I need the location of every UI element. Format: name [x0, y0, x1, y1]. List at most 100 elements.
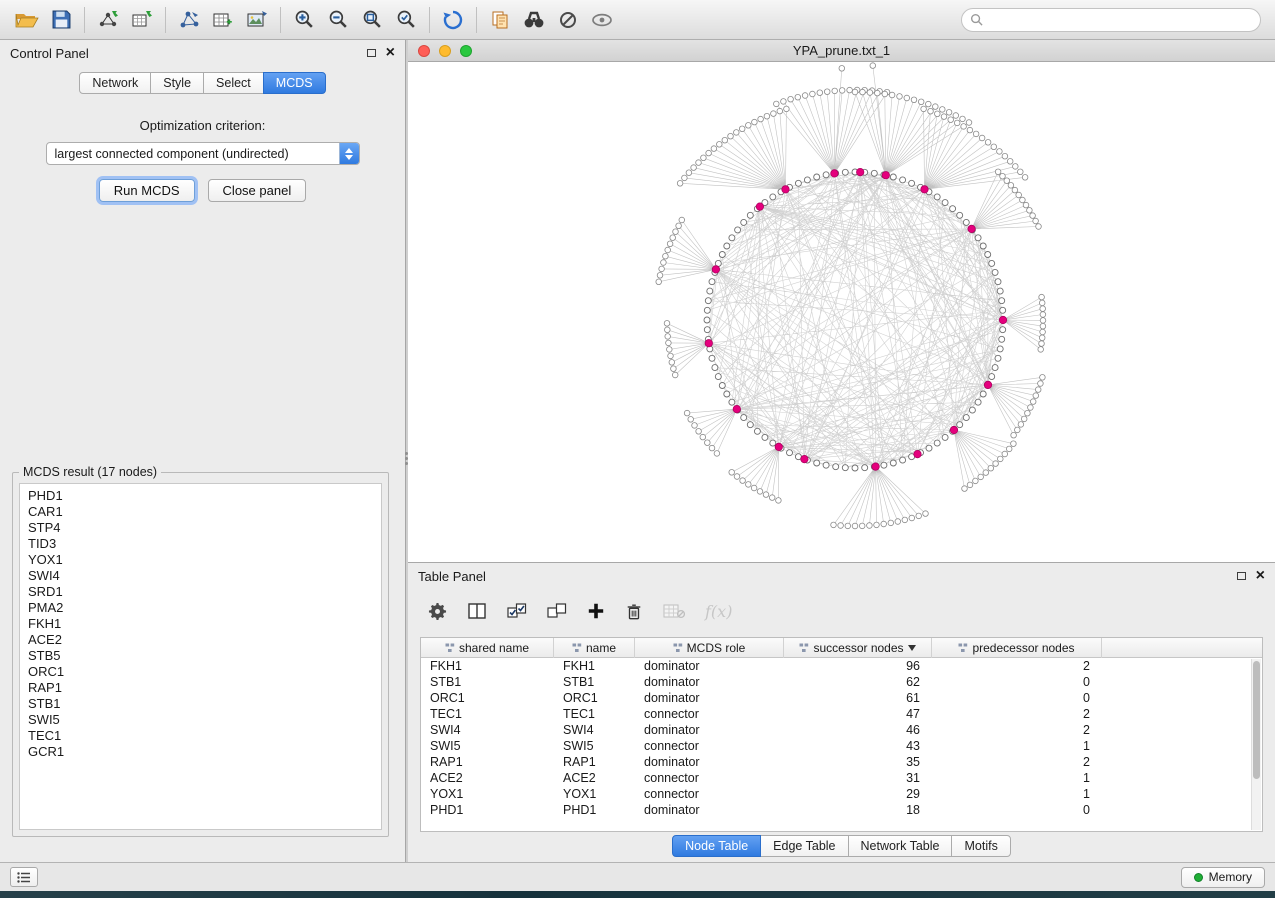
- import-network-button[interactable]: [91, 5, 125, 35]
- column-header-name[interactable]: name: [554, 638, 635, 658]
- mcds-result-item[interactable]: STP4: [28, 520, 373, 536]
- column-header-filler: [1102, 638, 1262, 658]
- add-column-button[interactable]: [587, 602, 605, 620]
- zoom-in-button[interactable]: [287, 5, 321, 35]
- column-header-predecessor-nodes[interactable]: predecessor nodes: [932, 638, 1102, 658]
- mcds-result-item[interactable]: RAP1: [28, 680, 373, 696]
- tab-mcds[interactable]: MCDS: [263, 72, 326, 94]
- table-row[interactable]: SWI5SWI5connector431: [421, 738, 1262, 754]
- network-graph[interactable]: [408, 62, 1275, 562]
- table-cell: 47: [784, 707, 932, 721]
- mcds-result-item[interactable]: SWI5: [28, 712, 373, 728]
- mcds-result-item[interactable]: YOX1: [28, 552, 373, 568]
- table-cell: 96: [784, 659, 932, 673]
- table-row[interactable]: PHD1PHD1dominator180: [421, 802, 1262, 818]
- tab-motifs[interactable]: Motifs: [951, 835, 1010, 857]
- table-cell: 61: [784, 691, 932, 705]
- network-view[interactable]: [408, 62, 1275, 562]
- filter-button[interactable]: [551, 5, 585, 35]
- mcds-result-item[interactable]: SWI4: [28, 568, 373, 584]
- table-row[interactable]: ORC1ORC1dominator610: [421, 690, 1262, 706]
- column-settings-button[interactable]: [428, 602, 447, 621]
- mcds-result-item[interactable]: SRD1: [28, 584, 373, 600]
- select-all-rows-button[interactable]: [507, 602, 527, 620]
- run-mcds-button[interactable]: Run MCDS: [99, 179, 195, 202]
- mcds-result-item[interactable]: CAR1: [28, 504, 373, 520]
- search-input[interactable]: [988, 13, 1252, 27]
- table-row[interactable]: TEC1TEC1connector472: [421, 706, 1262, 722]
- table-cell: SWI4: [554, 723, 635, 737]
- table-row[interactable]: FKH1FKH1dominator962: [421, 658, 1262, 674]
- tab-edge-table[interactable]: Edge Table: [760, 835, 848, 857]
- table-cell: SWI5: [554, 739, 635, 753]
- table-scrollbar[interactable]: [1251, 659, 1261, 830]
- close-panel-icon[interactable]: ×: [386, 45, 395, 61]
- graphics-details-button[interactable]: [585, 5, 619, 35]
- float-panel-icon[interactable]: [367, 49, 376, 57]
- table-cell: 1: [932, 771, 1102, 785]
- mcds-result-item[interactable]: STB1: [28, 696, 373, 712]
- zoom-fit-button[interactable]: [355, 5, 389, 35]
- table-row[interactable]: RAP1RAP1dominator352: [421, 754, 1262, 770]
- table-row[interactable]: STB1STB1dominator620: [421, 674, 1262, 690]
- copy-view-button[interactable]: [483, 5, 517, 35]
- tab-node-table[interactable]: Node Table: [672, 835, 761, 857]
- export-image-button[interactable]: [240, 5, 274, 35]
- memory-button[interactable]: Memory: [1181, 867, 1265, 888]
- mcds-result-item[interactable]: ORC1: [28, 664, 373, 680]
- table-cell: RAP1: [421, 755, 554, 769]
- delete-column-button[interactable]: [625, 602, 643, 621]
- table-row[interactable]: SWI4SWI4dominator462: [421, 722, 1262, 738]
- save-session-button[interactable]: [44, 5, 78, 35]
- mcds-result-item[interactable]: FKH1: [28, 616, 373, 632]
- open-session-button[interactable]: [10, 5, 44, 35]
- new-network-icon: [178, 10, 200, 30]
- deselect-all-rows-button[interactable]: [547, 602, 567, 620]
- mcds-result-item[interactable]: PMA2: [28, 600, 373, 616]
- tab-style[interactable]: Style: [150, 72, 204, 94]
- window-zoom-button[interactable]: [460, 45, 472, 57]
- close-panel-button[interactable]: Close panel: [208, 179, 307, 202]
- toggle-columns-button[interactable]: [467, 602, 487, 620]
- mcds-result-item[interactable]: TID3: [28, 536, 373, 552]
- mcds-result-list[interactable]: PHD1CAR1STP4TID3YOX1SWI4SRD1PMA2FKH1ACE2…: [19, 483, 382, 830]
- window-minimize-button[interactable]: [439, 45, 451, 57]
- mcds-result-item[interactable]: STB5: [28, 648, 373, 664]
- mcds-result-item[interactable]: TEC1: [28, 728, 373, 744]
- tab-select[interactable]: Select: [203, 72, 264, 94]
- table-row[interactable]: ACE2ACE2connector311: [421, 770, 1262, 786]
- zoom-selected-button[interactable]: [389, 5, 423, 35]
- delete-table-button[interactable]: [663, 603, 685, 620]
- table-header-row: shared namenameMCDS rolesuccessor nodesp…: [421, 638, 1262, 658]
- float-table-panel-icon[interactable]: [1237, 572, 1246, 580]
- table-cell: TEC1: [421, 707, 554, 721]
- network-window-titlebar[interactable]: YPA_prune.txt_1: [408, 40, 1275, 62]
- column-header-successor-nodes[interactable]: successor nodes: [784, 638, 932, 658]
- zoom-out-button[interactable]: [321, 5, 355, 35]
- scrollbar-thumb[interactable]: [1253, 661, 1260, 779]
- table-cell: RAP1: [554, 755, 635, 769]
- mcds-result-title: MCDS result (17 nodes): [19, 465, 161, 479]
- tab-network-table[interactable]: Network Table: [848, 835, 953, 857]
- close-table-panel-icon[interactable]: ×: [1256, 568, 1265, 584]
- columns-icon: [467, 602, 487, 620]
- function-builder-button[interactable]: f(x): [705, 602, 732, 621]
- table-row[interactable]: YOX1YOX1connector291: [421, 786, 1262, 802]
- new-network-button[interactable]: [172, 5, 206, 35]
- window-close-button[interactable]: [418, 45, 430, 57]
- new-table-button[interactable]: [206, 5, 240, 35]
- refresh-view-button[interactable]: [436, 5, 470, 35]
- import-table-button[interactable]: [125, 5, 159, 35]
- copy-document-icon: [490, 10, 510, 30]
- tab-network[interactable]: Network: [79, 72, 151, 94]
- column-header-shared-name[interactable]: shared name: [421, 638, 554, 658]
- optimization-criterion-select[interactable]: largest connected component (undirected): [46, 142, 360, 165]
- find-button[interactable]: [517, 5, 551, 35]
- status-menu-button[interactable]: [10, 867, 38, 887]
- mcds-result-item[interactable]: PHD1: [28, 488, 373, 504]
- mcds-result-item[interactable]: ACE2: [28, 632, 373, 648]
- mcds-result-item[interactable]: GCR1: [28, 744, 373, 760]
- column-header-MCDS-role[interactable]: MCDS role: [635, 638, 784, 658]
- search-box[interactable]: [961, 8, 1261, 32]
- table-cell: STB1: [554, 675, 635, 689]
